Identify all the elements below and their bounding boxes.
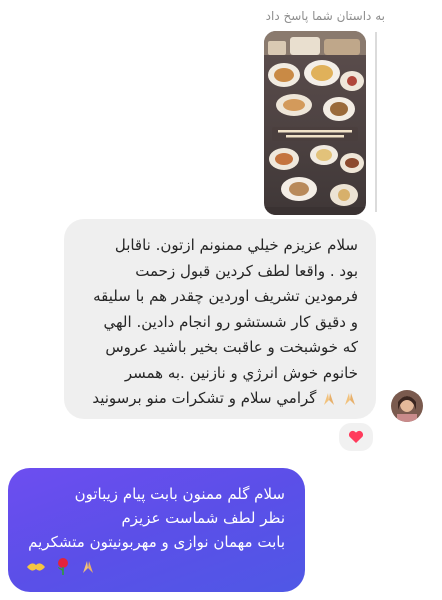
folded-hands-icon [83,560,94,573]
heart-icon [348,430,364,443]
outgoing-emoji-row [26,556,285,576]
outgoing-message-line: سلام گلم ممنون بابت پیام زیباتون [74,485,285,503]
handshake-icon [27,562,45,571]
incoming-message-line: سلام عزیزم خیلي ممنونم ازتون. ناقابل [114,236,358,254]
outgoing-message-line: نظر لطف شماست عزیزم [121,509,285,527]
story-reply-divider [375,32,377,212]
incoming-message-line: خانوم خوش انرژي و نازنین .به همسر [124,363,358,382]
message-reaction[interactable] [337,421,375,453]
incoming-message-line: گرامي سلام و تشکرات منو برسونید [76,386,358,412]
sender-avatar[interactable] [391,390,423,422]
story-thumbnail[interactable] [264,31,366,215]
incoming-message-line: بود . واقعا لطف کردین قبول زحمت [135,261,358,280]
incoming-message-line: که خوشبخت و عاقبت بخیر باشید عروس [105,338,358,356]
story-food-photo [264,31,366,215]
outgoing-message-line: بابت مهمان نوازی و مهربونیتون متشکریم [28,533,285,551]
folded-hands-icon [345,392,355,405]
incoming-message-line: فرمودین تشریف اوردین چقدر هم با سلیقه [93,287,358,305]
incoming-message-line: و دقیق کار شستشو رو انجام دادین. الهي [103,312,358,331]
incoming-message-line-text: گرامي سلام و تشکرات منو برسونید [92,389,317,407]
folded-hands-icon [324,392,335,405]
story-reply-header: به داستان شما پاسخ داد [265,9,385,23]
rose-icon [58,557,69,575]
outgoing-message[interactable]: سلام گلم ممنون بابت پیام زیباتون نظر لطف… [8,468,305,592]
incoming-message[interactable]: سلام عزیزم خیلي ممنونم ازتون. ناقابل بود… [64,219,376,419]
avatar-photo [391,390,423,422]
